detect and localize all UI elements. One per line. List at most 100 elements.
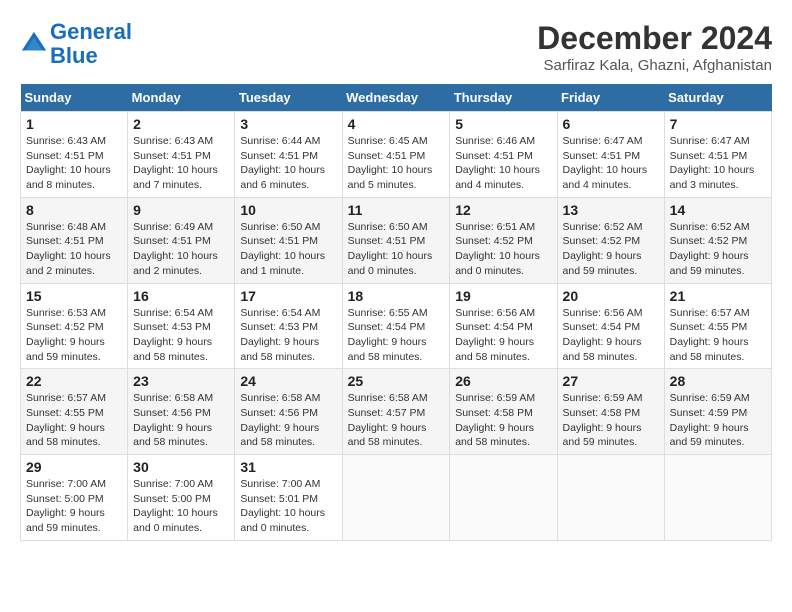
calendar-cell: 1Sunrise: 6:43 AM Sunset: 4:51 PM Daylig… — [21, 112, 128, 198]
calendar-cell: 23 Sunrise: 6:58 AM Sunset: 4:56 PM Dayli… — [128, 369, 235, 455]
day-number: 17 — [240, 288, 336, 304]
calendar-cell: 15Sunrise: 6:53 AM Sunset: 4:52 PM Dayli… — [21, 283, 128, 369]
calendar-cell: 13 Sunrise: 6:52 AM Sunset: 4:52 PM Dayli… — [557, 197, 664, 283]
day-info: Sunrise: 6:46 AM Sunset: 4:51 PM Dayligh… — [455, 134, 551, 193]
calendar-cell — [664, 455, 771, 541]
day-info: Sunrise: 6:54 AM Sunset: 4:53 PM Dayligh… — [133, 306, 229, 365]
page-header: General Blue December 2024 Sarfiraz Kala… — [20, 20, 772, 74]
calendar-cell: 30 Sunrise: 7:00 AM Sunset: 5:00 PM Dayli… — [128, 455, 235, 541]
day-number: 15 — [26, 288, 122, 304]
day-info: Sunrise: 6:50 AM Sunset: 4:51 PM Dayligh… — [240, 220, 336, 279]
calendar-cell: 7 Sunrise: 6:47 AM Sunset: 4:51 PM Daylig… — [664, 112, 771, 198]
day-info: Sunrise: 6:56 AM Sunset: 4:54 PM Dayligh… — [455, 306, 551, 365]
calendar-cell: 10Sunrise: 6:50 AM Sunset: 4:51 PM Dayli… — [235, 197, 342, 283]
day-info: Sunrise: 6:56 AM Sunset: 4:54 PM Dayligh… — [563, 306, 659, 365]
day-info: Sunrise: 7:00 AM Sunset: 5:01 PM Dayligh… — [240, 477, 336, 536]
column-header-sunday: Sunday — [21, 84, 128, 112]
calendar-cell: 20Sunrise: 6:56 AM Sunset: 4:54 PM Dayli… — [557, 283, 664, 369]
column-header-saturday: Saturday — [664, 84, 771, 112]
calendar-cell: 21Sunrise: 6:57 AM Sunset: 4:55 PM Dayli… — [664, 283, 771, 369]
calendar-cell: 17 Sunrise: 6:54 AM Sunset: 4:53 PM Dayli… — [235, 283, 342, 369]
day-number: 4 — [348, 116, 445, 132]
day-number: 2 — [133, 116, 229, 132]
day-info: Sunrise: 6:59 AM Sunset: 4:59 PM Dayligh… — [670, 391, 766, 450]
calendar-week-row: 29 Sunrise: 7:00 AM Sunset: 5:00 PM Dayli… — [21, 455, 772, 541]
logo-line2: Blue — [50, 43, 98, 68]
day-info: Sunrise: 6:52 AM Sunset: 4:52 PM Dayligh… — [563, 220, 659, 279]
day-info: Sunrise: 6:44 AM Sunset: 4:51 PM Dayligh… — [240, 134, 336, 193]
calendar-week-row: 1Sunrise: 6:43 AM Sunset: 4:51 PM Daylig… — [21, 112, 772, 198]
day-number: 3 — [240, 116, 336, 132]
day-number: 12 — [455, 202, 551, 218]
day-number: 16 — [133, 288, 229, 304]
calendar-cell — [450, 455, 557, 541]
day-number: 8 — [26, 202, 122, 218]
logo-icon — [20, 30, 48, 58]
day-info: Sunrise: 6:52 AM Sunset: 4:52 PM Dayligh… — [670, 220, 766, 279]
calendar-cell: 5 Sunrise: 6:46 AM Sunset: 4:51 PM Daylig… — [450, 112, 557, 198]
calendar-header-row: SundayMondayTuesdayWednesdayThursdayFrid… — [21, 84, 772, 112]
day-number: 24 — [240, 373, 336, 389]
column-header-thursday: Thursday — [450, 84, 557, 112]
day-info: Sunrise: 6:47 AM Sunset: 4:51 PM Dayligh… — [563, 134, 659, 193]
calendar-cell: 28Sunrise: 6:59 AM Sunset: 4:59 PM Dayli… — [664, 369, 771, 455]
calendar-cell: 16 Sunrise: 6:54 AM Sunset: 4:53 PM Dayli… — [128, 283, 235, 369]
calendar-cell: 29 Sunrise: 7:00 AM Sunset: 5:00 PM Dayli… — [21, 455, 128, 541]
calendar-cell: 31 Sunrise: 7:00 AM Sunset: 5:01 PM Dayli… — [235, 455, 342, 541]
calendar-cell: 24 Sunrise: 6:58 AM Sunset: 4:56 PM Dayli… — [235, 369, 342, 455]
day-info: Sunrise: 7:00 AM Sunset: 5:00 PM Dayligh… — [133, 477, 229, 536]
day-info: Sunrise: 6:57 AM Sunset: 4:55 PM Dayligh… — [26, 391, 122, 450]
day-number: 19 — [455, 288, 551, 304]
day-info: Sunrise: 7:00 AM Sunset: 5:00 PM Dayligh… — [26, 477, 122, 536]
day-info: Sunrise: 6:43 AM Sunset: 4:51 PM Dayligh… — [133, 134, 229, 193]
day-info: Sunrise: 6:59 AM Sunset: 4:58 PM Dayligh… — [455, 391, 551, 450]
location: Sarfiraz Kala, Ghazni, Afghanistan — [537, 57, 772, 74]
day-number: 9 — [133, 202, 229, 218]
day-number: 18 — [348, 288, 445, 304]
calendar-cell — [557, 455, 664, 541]
calendar-cell — [342, 455, 450, 541]
day-number: 30 — [133, 459, 229, 475]
day-number: 22 — [26, 373, 122, 389]
day-info: Sunrise: 6:58 AM Sunset: 4:56 PM Dayligh… — [133, 391, 229, 450]
day-info: Sunrise: 6:54 AM Sunset: 4:53 PM Dayligh… — [240, 306, 336, 365]
day-number: 11 — [348, 202, 445, 218]
calendar-week-row: 15Sunrise: 6:53 AM Sunset: 4:52 PM Dayli… — [21, 283, 772, 369]
calendar-cell: 4 Sunrise: 6:45 AM Sunset: 4:51 PM Daylig… — [342, 112, 450, 198]
column-header-tuesday: Tuesday — [235, 84, 342, 112]
day-number: 21 — [670, 288, 766, 304]
day-number: 13 — [563, 202, 659, 218]
day-info: Sunrise: 6:43 AM Sunset: 4:51 PM Dayligh… — [26, 134, 122, 193]
calendar-cell: 22 Sunrise: 6:57 AM Sunset: 4:55 PM Dayli… — [21, 369, 128, 455]
calendar-cell: 11Sunrise: 6:50 AM Sunset: 4:51 PM Dayli… — [342, 197, 450, 283]
day-info: Sunrise: 6:45 AM Sunset: 4:51 PM Dayligh… — [348, 134, 445, 193]
day-number: 31 — [240, 459, 336, 475]
day-number: 29 — [26, 459, 122, 475]
calendar-cell: 3 Sunrise: 6:44 AM Sunset: 4:51 PM Daylig… — [235, 112, 342, 198]
title-block: December 2024 Sarfiraz Kala, Ghazni, Afg… — [537, 20, 772, 74]
logo-line1: General — [50, 19, 132, 44]
day-number: 26 — [455, 373, 551, 389]
calendar-cell: 26 Sunrise: 6:59 AM Sunset: 4:58 PM Dayli… — [450, 369, 557, 455]
day-info: Sunrise: 6:55 AM Sunset: 4:54 PM Dayligh… — [348, 306, 445, 365]
calendar-cell: 9Sunrise: 6:49 AM Sunset: 4:51 PM Daylig… — [128, 197, 235, 283]
day-number: 7 — [670, 116, 766, 132]
day-number: 14 — [670, 202, 766, 218]
day-info: Sunrise: 6:59 AM Sunset: 4:58 PM Dayligh… — [563, 391, 659, 450]
calendar-cell: 19 Sunrise: 6:56 AM Sunset: 4:54 PM Dayli… — [450, 283, 557, 369]
calendar-week-row: 22 Sunrise: 6:57 AM Sunset: 4:55 PM Dayli… — [21, 369, 772, 455]
day-info: Sunrise: 6:48 AM Sunset: 4:51 PM Dayligh… — [26, 220, 122, 279]
calendar-week-row: 8 Sunrise: 6:48 AM Sunset: 4:51 PM Daylig… — [21, 197, 772, 283]
day-info: Sunrise: 6:58 AM Sunset: 4:56 PM Dayligh… — [240, 391, 336, 450]
calendar-cell: 6 Sunrise: 6:47 AM Sunset: 4:51 PM Daylig… — [557, 112, 664, 198]
calendar-cell: 14 Sunrise: 6:52 AM Sunset: 4:52 PM Dayli… — [664, 197, 771, 283]
day-info: Sunrise: 6:47 AM Sunset: 4:51 PM Dayligh… — [670, 134, 766, 193]
column-header-wednesday: Wednesday — [342, 84, 450, 112]
day-number: 23 — [133, 373, 229, 389]
calendar-cell: 25Sunrise: 6:58 AM Sunset: 4:57 PM Dayli… — [342, 369, 450, 455]
day-number: 5 — [455, 116, 551, 132]
column-header-friday: Friday — [557, 84, 664, 112]
day-number: 27 — [563, 373, 659, 389]
day-info: Sunrise: 6:58 AM Sunset: 4:57 PM Dayligh… — [348, 391, 445, 450]
day-number: 6 — [563, 116, 659, 132]
